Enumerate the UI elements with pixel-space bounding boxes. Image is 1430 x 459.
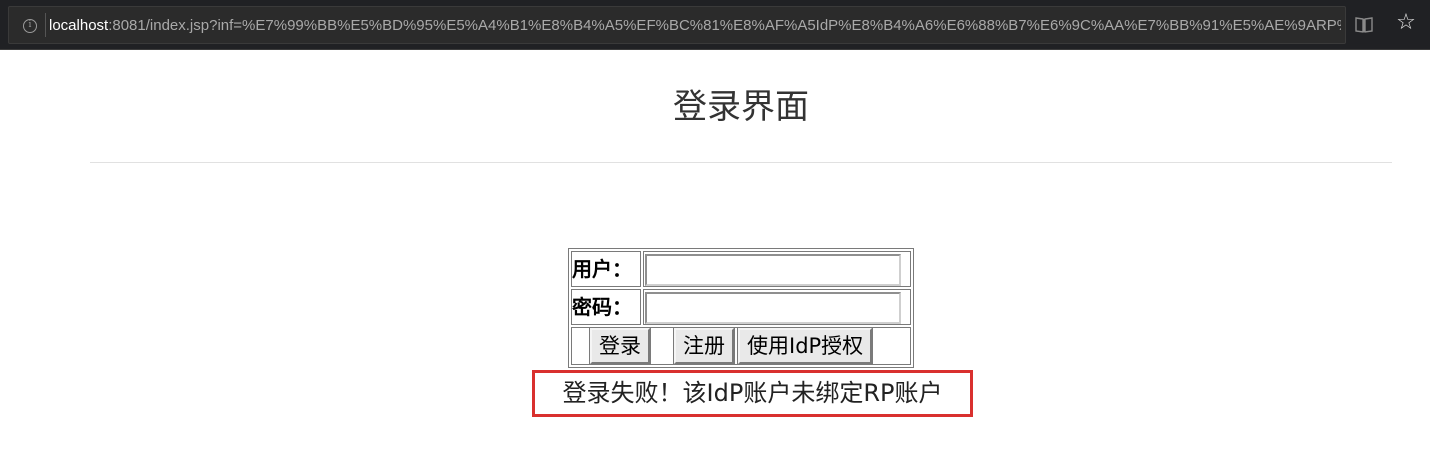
star-icon[interactable]: ☆ bbox=[1393, 10, 1419, 36]
url-path: :8081/index.jsp?inf=%E7%99%BB%E5%BD%95%E… bbox=[108, 17, 1341, 34]
login-button[interactable]: 登录 bbox=[589, 327, 651, 365]
password-field-cell bbox=[643, 289, 911, 325]
password-label: 密码： bbox=[571, 289, 641, 325]
browser-address-bar: i localhost:8081/index.jsp?inf=%E7%99%BB… bbox=[0, 0, 1430, 50]
page-title: 登录界面 bbox=[673, 87, 809, 127]
url-text[interactable]: localhost:8081/index.jsp?inf=%E7%99%BB%E… bbox=[49, 16, 1341, 36]
register-button[interactable]: 注册 bbox=[673, 327, 735, 365]
url-host: localhost bbox=[49, 17, 109, 34]
url-field[interactable]: i localhost:8081/index.jsp?inf=%E7%99%BB… bbox=[8, 6, 1346, 44]
reading-view-icon[interactable] bbox=[1354, 15, 1374, 35]
error-message: 登录失败！该IdP账户未绑定RP账户 bbox=[532, 370, 973, 417]
button-row: 登录 注册 使用IdP授权 bbox=[571, 327, 911, 365]
login-form: 用户： 密码： 登录 注册 使用IdP授权 bbox=[568, 248, 914, 368]
user-field-cell bbox=[643, 251, 911, 287]
user-input[interactable] bbox=[645, 253, 901, 286]
idp-authorize-button[interactable]: 使用IdP授权 bbox=[736, 327, 874, 365]
user-label: 用户： bbox=[571, 251, 641, 287]
password-input[interactable] bbox=[645, 291, 901, 324]
info-icon[interactable]: i bbox=[23, 19, 37, 33]
title-divider bbox=[90, 162, 1392, 163]
address-divider bbox=[45, 13, 46, 37]
